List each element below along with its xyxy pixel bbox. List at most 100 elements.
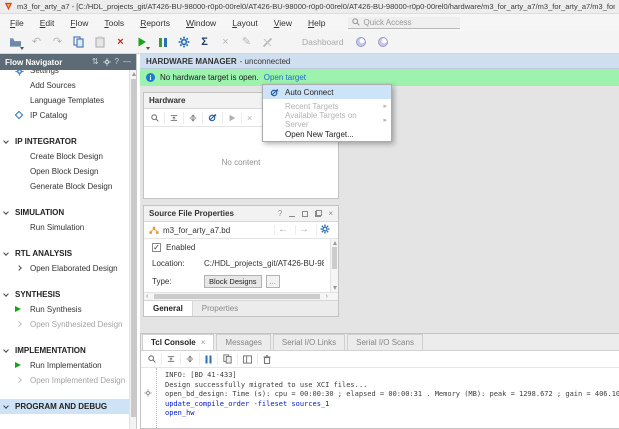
minimize-icon[interactable]: [289, 211, 295, 217]
flow-navigator-title: Flow Navigator: [5, 58, 88, 67]
pause-output-button[interactable]: [200, 353, 218, 365]
flow-item-add-sources[interactable]: Add Sources: [0, 78, 136, 93]
probe-button[interactable]: [259, 34, 276, 51]
menu-reports[interactable]: Reports: [132, 16, 178, 30]
type-value-button[interactable]: Block Designs: [204, 275, 262, 288]
properties-gear-button[interactable]: [316, 224, 333, 237]
hardware-manager-status: - unconnected: [240, 57, 291, 66]
chevron-down-icon: [3, 291, 9, 297]
horizontal-scrollbar[interactable]: ‹ ›: [144, 292, 338, 300]
paste-button[interactable]: [91, 34, 108, 51]
expand-all-button[interactable]: [181, 353, 200, 365]
maximize-icon[interactable]: [302, 211, 308, 217]
menu-view[interactable]: View: [266, 16, 300, 30]
back-arrow-icon[interactable]: ←: [274, 225, 291, 235]
flow-item-run-simulation[interactable]: Run Simulation: [0, 220, 136, 235]
tab-properties[interactable]: Properties: [193, 301, 247, 316]
menu-layout[interactable]: Layout: [224, 16, 266, 30]
banner-message: No hardware target is open.: [160, 73, 259, 82]
vivado-logo-icon: [4, 2, 13, 11]
menu-item-available-targets[interactable]: Available Targets on Server ▸: [263, 113, 391, 127]
run-button[interactable]: [133, 34, 150, 51]
flow-item-generate-block-design[interactable]: Generate Block Design: [0, 179, 136, 194]
menu-window[interactable]: Window: [178, 16, 224, 30]
flow-item-ip-catalog[interactable]: IP Catalog: [0, 108, 136, 123]
flow-item-create-block-design[interactable]: Create Block Design: [0, 149, 136, 164]
float-icon[interactable]: [315, 211, 321, 217]
flow-item-language-templates[interactable]: Language Templates: [0, 93, 136, 108]
menu-help[interactable]: Help: [300, 16, 333, 30]
layout-toggle-icon[interactable]: [378, 37, 388, 47]
flow-navigator-scrollbar[interactable]: [129, 70, 136, 429]
collapse-all-button[interactable]: [165, 112, 184, 124]
tab-serial-io-links[interactable]: Serial I/O Links: [273, 334, 345, 350]
cancel-run-button[interactable]: ×: [217, 34, 234, 51]
scroll-left-arrow-icon[interactable]: ‹: [146, 293, 148, 301]
search-button[interactable]: [143, 353, 162, 365]
scrollbar-thumb[interactable]: [332, 247, 337, 269]
tab-tcl-console[interactable]: Tcl Console ×: [142, 334, 214, 350]
flow-steps-button[interactable]: [154, 34, 171, 51]
flow-section-synthesis[interactable]: SYNTHESIS: [0, 287, 136, 302]
quick-access-search[interactable]: Quick Access: [348, 17, 460, 29]
menu-item-auto-connect[interactable]: Auto Connect: [263, 85, 391, 99]
search-button[interactable]: [146, 112, 165, 124]
menu-file[interactable]: File: [2, 16, 32, 30]
flow-section-ip-integrator[interactable]: IP INTEGRATOR: [0, 134, 136, 149]
vertical-scrollbar[interactable]: [330, 239, 338, 292]
menu-edit[interactable]: Edit: [32, 16, 63, 30]
flow-item-settings[interactable]: Settings: [0, 70, 136, 78]
sum-report-button[interactable]: Σ: [196, 34, 213, 51]
word-wrap-button[interactable]: [238, 353, 258, 365]
flow-section-implementation[interactable]: IMPLEMENTATION: [0, 343, 136, 358]
scrollbar-thumb[interactable]: [154, 294, 320, 299]
help-icon[interactable]: ?: [278, 210, 282, 218]
tab-serial-io-scans[interactable]: Serial I/O Scans: [347, 334, 423, 350]
copy-button[interactable]: [218, 353, 238, 365]
scroll-right-arrow-icon[interactable]: ›: [326, 293, 328, 301]
minimize-icon[interactable]: —: [123, 58, 131, 66]
scrollbar-thumb[interactable]: [131, 79, 136, 417]
flow-item-run-implementation[interactable]: Run Implementation: [0, 358, 136, 373]
close-target-button[interactable]: ×: [242, 112, 257, 124]
forward-arrow-icon[interactable]: →: [295, 225, 312, 235]
run-target-button[interactable]: [223, 112, 242, 124]
layout-toggle-icon[interactable]: [356, 37, 366, 47]
flow-item-open-block-design[interactable]: Open Block Design: [0, 164, 136, 179]
scroll-down-arrow-icon[interactable]: [333, 286, 337, 290]
collapse-toggle-icon[interactable]: ⇅: [92, 58, 99, 66]
flow-item-open-synthesized-design[interactable]: Open Synthesized Design: [0, 317, 136, 332]
menu-flow[interactable]: Flow: [62, 16, 96, 30]
flow-item-open-implemented-design[interactable]: Open Implemented Design: [0, 373, 136, 388]
console-output[interactable]: INFO: [BD 41-433] Design successfully mi…: [141, 368, 619, 428]
enabled-checkbox[interactable]: ✓: [152, 243, 161, 252]
flow-item-open-elaborated-design[interactable]: Open Elaborated Design: [0, 261, 136, 276]
expand-all-button[interactable]: [184, 112, 203, 124]
scroll-up-arrow-icon[interactable]: [333, 241, 337, 245]
menu-item-open-new-target[interactable]: Open New Target...: [263, 127, 391, 141]
flow-section-simulation[interactable]: SIMULATION: [0, 205, 136, 220]
flow-section-rtl-analysis[interactable]: RTL ANALYSIS: [0, 246, 136, 261]
gear-icon[interactable]: [103, 58, 111, 66]
edit-button[interactable]: ✎: [238, 34, 255, 51]
tab-general[interactable]: General: [144, 301, 193, 316]
scroll-up-arrow-icon[interactable]: [132, 72, 136, 76]
settings-button[interactable]: [175, 34, 192, 51]
copy-button[interactable]: [70, 34, 87, 51]
flow-section-program-and-debug[interactable]: PROGRAM AND DEBUG: [0, 399, 136, 414]
tab-messages[interactable]: Messages: [216, 334, 270, 350]
close-icon[interactable]: ×: [201, 338, 206, 347]
flow-item-run-synthesis[interactable]: Run Synthesis: [0, 302, 136, 317]
more-button[interactable]: ...: [266, 275, 280, 288]
collapse-all-button[interactable]: [162, 353, 181, 365]
menu-tools[interactable]: Tools: [96, 16, 132, 30]
auto-connect-button[interactable]: [203, 112, 223, 124]
open-target-link[interactable]: Open target: [264, 73, 306, 82]
open-project-button[interactable]: [7, 34, 24, 51]
clear-console-button[interactable]: [258, 353, 276, 365]
redo-button[interactable]: ↷: [49, 34, 66, 51]
help-icon[interactable]: ?: [115, 58, 119, 66]
delete-button[interactable]: ×: [112, 34, 129, 51]
close-icon[interactable]: ×: [328, 210, 333, 218]
undo-button[interactable]: ↶: [28, 34, 45, 51]
